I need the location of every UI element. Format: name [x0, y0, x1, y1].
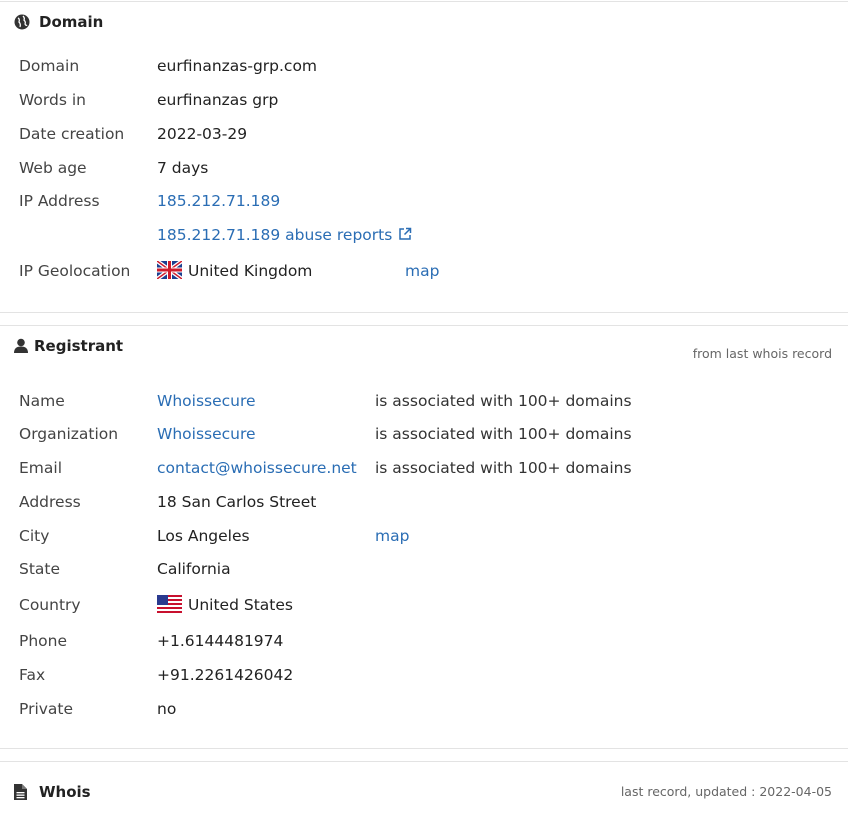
- country-label: Country: [19, 596, 81, 614]
- name-label: Name: [19, 392, 65, 410]
- words-in-value: eurfinanzas grp: [157, 91, 279, 109]
- address-label: Address: [19, 493, 81, 511]
- whois-header: Whois: [14, 781, 91, 803]
- ip-geolocation-label: IP Geolocation: [19, 262, 131, 280]
- name-link[interactable]: Whoissecure: [157, 392, 256, 410]
- abuse-reports-link[interactable]: 185.212.71.189 abuse reports: [157, 226, 412, 244]
- date-creation-value: 2022-03-29: [157, 125, 248, 143]
- fax-value: +91.2261426042: [157, 666, 294, 684]
- domain-header: Domain: [14, 11, 103, 33]
- document-icon: [14, 784, 27, 800]
- address-value: 18 San Carlos Street: [157, 493, 317, 511]
- name-association: is associated with 100+ domains: [375, 392, 632, 410]
- abuse-reports-label: 185.212.71.189 abuse reports: [157, 226, 393, 244]
- registrant-meta: from last whois record: [692, 346, 832, 361]
- user-icon: [14, 338, 28, 354]
- domain-panel: Domain Domain eurfinanzas-grp.com Words …: [0, 1, 848, 313]
- state-label: State: [19, 560, 61, 578]
- phone-value: +1.6144481974: [157, 632, 284, 650]
- whois-meta: last record, updated : 2022-04-05: [620, 784, 832, 799]
- words-in-label: Words in: [19, 91, 86, 109]
- email-link[interactable]: contact@whoissecure.net: [157, 459, 357, 477]
- ip-address-link[interactable]: 185.212.71.189: [157, 192, 280, 210]
- organization-association: is associated with 100+ domains: [375, 425, 632, 443]
- city-map-link[interactable]: map: [375, 527, 409, 545]
- organization-label: Organization: [19, 425, 119, 443]
- web-age-value: 7 days: [157, 159, 209, 177]
- domain-section-title: Domain: [39, 13, 104, 31]
- domain-value: eurfinanzas-grp.com: [157, 57, 318, 75]
- external-link-icon: [398, 227, 412, 241]
- organization-link[interactable]: Whoissecure: [157, 425, 256, 443]
- domain-label: Domain: [19, 57, 80, 75]
- ip-geolocation-value: United Kingdom: [155, 259, 313, 281]
- registrant-section-title: Registrant: [34, 337, 124, 355]
- city-value: Los Angeles: [157, 527, 250, 545]
- private-label: Private: [19, 700, 74, 718]
- ip-geolocation-map-link[interactable]: map: [405, 262, 439, 280]
- whois-panel: Whois last record, updated : 2022-04-05: [0, 761, 848, 821]
- private-value: no: [157, 700, 177, 718]
- whois-section-title: Whois: [39, 783, 91, 801]
- registrant-panel: Registrant from last whois record Name W…: [0, 325, 848, 749]
- ip-address-label: IP Address: [19, 192, 100, 210]
- fax-label: Fax: [19, 666, 46, 684]
- web-age-label: Web age: [19, 159, 87, 177]
- email-label: Email: [19, 459, 63, 477]
- us-flag-icon: [157, 595, 182, 613]
- state-value: California: [157, 560, 231, 578]
- globe-icon: [14, 14, 30, 30]
- country-name: United States: [188, 596, 293, 614]
- ip-geolocation-country: United Kingdom: [188, 262, 313, 280]
- date-creation-label: Date creation: [19, 125, 125, 143]
- phone-label: Phone: [19, 632, 68, 650]
- country-value: United States: [157, 595, 293, 614]
- registrant-header: Registrant: [14, 335, 123, 357]
- uk-flag-icon: [155, 259, 184, 281]
- city-label: City: [19, 527, 50, 545]
- email-association: is associated with 100+ domains: [375, 459, 632, 477]
